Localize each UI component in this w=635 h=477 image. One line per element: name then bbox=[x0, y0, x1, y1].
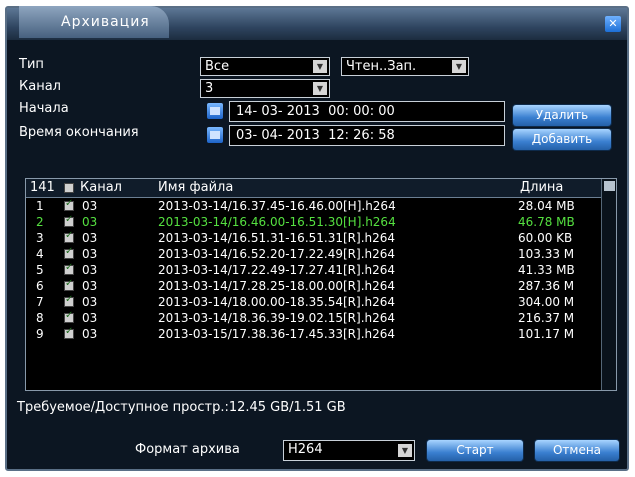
row-checkbox[interactable] bbox=[64, 262, 74, 275]
row-filename: 2013-03-14/16.46.00-16.51.30[H].h264 bbox=[158, 215, 396, 229]
start-label: Начала bbox=[19, 101, 69, 116]
row-filename: 2013-03-14/16.51.31-16.51.31[R].h264 bbox=[158, 231, 396, 245]
row-length: 60.00 KB bbox=[518, 231, 573, 245]
row-filename: 2013-03-15/17.38.36-17.45.33[R].h264 bbox=[158, 327, 396, 341]
row-length: 28.04 MB bbox=[518, 199, 575, 213]
calendar-icon[interactable] bbox=[207, 127, 223, 143]
column-channel: Канал bbox=[80, 180, 122, 195]
table-row[interactable]: 4 03 2013-03-14/16.52.20-17.22.49[R].h264 1… bbox=[26, 246, 600, 262]
row-channel: 03 bbox=[82, 327, 98, 341]
backup-window: Архивация ✕ Тип Все ▼ Чтен..Зап. ▼ Канал… bbox=[5, 6, 629, 471]
chevron-down-icon: ▼ bbox=[313, 60, 327, 73]
row-checkbox[interactable] bbox=[64, 230, 74, 243]
start-time: 00: 00: 00 bbox=[328, 104, 395, 119]
file-count: 141 bbox=[30, 180, 55, 195]
window-title: Архивация bbox=[61, 14, 150, 30]
table-row[interactable]: 9 03 2013-03-15/17.38.36-17.45.33[R].h264 1… bbox=[26, 326, 600, 342]
channel-select[interactable]: 3 ▼ bbox=[200, 79, 330, 98]
row-channel: 03 bbox=[82, 231, 98, 245]
row-length: 41.33 MB bbox=[518, 263, 575, 277]
row-number: 8 bbox=[36, 311, 44, 325]
row-length: 46.78 MB bbox=[518, 215, 575, 229]
format-select[interactable]: H264 ▼ bbox=[283, 440, 415, 461]
close-icon[interactable]: ✕ bbox=[605, 16, 621, 32]
type-label: Тип bbox=[19, 57, 44, 72]
row-number: 1 bbox=[36, 199, 44, 213]
start-date: 14- 03- 2013 bbox=[236, 104, 320, 119]
add-button[interactable]: Добавить bbox=[513, 129, 611, 150]
row-channel: 03 bbox=[82, 279, 98, 293]
start-button[interactable]: Старт bbox=[427, 440, 523, 461]
row-channel: 03 bbox=[82, 247, 98, 261]
row-checkbox[interactable] bbox=[64, 326, 74, 339]
row-number: 9 bbox=[36, 327, 44, 341]
end-datetime-field[interactable]: 03- 04- 2013 12: 26: 58 bbox=[229, 125, 505, 146]
storage-info: Требуемое/Доступное простр.:12.45 GB/1.5… bbox=[17, 400, 346, 415]
chevron-down-icon: ▼ bbox=[398, 444, 412, 457]
channel-label: Канал bbox=[19, 79, 61, 94]
row-filename: 2013-03-14/17.22.49-17.27.41[R].h264 bbox=[158, 263, 396, 277]
select-all-checkbox[interactable] bbox=[64, 183, 74, 193]
format-label: Формат архива bbox=[135, 442, 240, 457]
row-checkbox[interactable] bbox=[64, 246, 74, 259]
row-length: 216.37 M bbox=[518, 311, 575, 325]
scrollbar-thumb[interactable] bbox=[604, 181, 615, 191]
title-bar: Архивация ✕ bbox=[7, 6, 627, 40]
channel-select-value: 3 bbox=[205, 81, 214, 96]
row-checkbox[interactable] bbox=[64, 214, 74, 227]
row-checkbox[interactable] bbox=[64, 198, 74, 211]
row-checkbox[interactable] bbox=[64, 310, 74, 323]
row-number: 5 bbox=[36, 263, 44, 277]
chevron-down-icon: ▼ bbox=[313, 82, 327, 95]
row-length: 304.00 M bbox=[518, 295, 575, 309]
end-label: Время окончания bbox=[19, 125, 139, 140]
end-time: 12: 26: 58 bbox=[328, 128, 395, 143]
format-select-value: H264 bbox=[288, 442, 323, 457]
row-number: 4 bbox=[36, 247, 44, 261]
row-checkbox[interactable] bbox=[64, 294, 74, 307]
table-scrollbar[interactable] bbox=[601, 179, 616, 390]
table-row[interactable]: 1 03 2013-03-14/16.37.45-16.46.00[H].h264 2… bbox=[26, 198, 600, 214]
table-row[interactable]: 2 03 2013-03-14/16.46.00-16.51.30[H].h264 4… bbox=[26, 214, 600, 230]
row-filename: 2013-03-14/16.37.45-16.46.00[H].h264 bbox=[158, 199, 396, 213]
row-length: 103.33 M bbox=[518, 247, 575, 261]
type-select-value: Все bbox=[205, 59, 230, 74]
table-row[interactable]: 3 03 2013-03-14/16.51.31-16.51.31[R].h264 6… bbox=[26, 230, 600, 246]
table-row[interactable]: 8 03 2013-03-14/18.36.39-19.02.15[R].h264 2… bbox=[26, 310, 600, 326]
end-date: 03- 04- 2013 bbox=[236, 128, 320, 143]
mode-select[interactable]: Чтен..Зап. ▼ bbox=[341, 57, 469, 76]
row-number: 6 bbox=[36, 279, 44, 293]
row-filename: 2013-03-14/17.28.25-18.00.00[R].h264 bbox=[158, 279, 396, 293]
delete-button[interactable]: Удалить bbox=[513, 105, 611, 126]
file-table: 141 Канал Имя файла Длина 1 03 2013-03-14/… bbox=[25, 178, 617, 391]
chevron-down-icon: ▼ bbox=[452, 60, 466, 73]
mode-select-value: Чтен..Зап. bbox=[346, 59, 417, 74]
type-select[interactable]: Все ▼ bbox=[200, 57, 330, 76]
row-filename: 2013-03-14/18.00.00-18.35.54[R].h264 bbox=[158, 295, 396, 309]
start-datetime-field[interactable]: 14- 03- 2013 00: 00: 00 bbox=[229, 101, 505, 122]
row-channel: 03 bbox=[82, 263, 98, 277]
table-row[interactable]: 7 03 2013-03-14/18.00.00-18.35.54[R].h264 3… bbox=[26, 294, 600, 310]
row-number: 2 bbox=[36, 215, 44, 229]
row-channel: 03 bbox=[82, 311, 98, 325]
row-channel: 03 bbox=[82, 215, 98, 229]
calendar-icon[interactable] bbox=[207, 103, 223, 119]
column-filename: Имя файла bbox=[158, 180, 234, 195]
column-length: Длина bbox=[520, 180, 564, 195]
table-header: 141 Канал Имя файла Длина bbox=[26, 179, 616, 198]
row-checkbox[interactable] bbox=[64, 278, 74, 291]
row-length: 287.36 M bbox=[518, 279, 575, 293]
table-row[interactable]: 5 03 2013-03-14/17.22.49-17.27.41[R].h264 4… bbox=[26, 262, 600, 278]
row-channel: 03 bbox=[82, 199, 98, 213]
cancel-button[interactable]: Отмена bbox=[535, 440, 619, 461]
row-number: 7 bbox=[36, 295, 44, 309]
row-filename: 2013-03-14/18.36.39-19.02.15[R].h264 bbox=[158, 311, 396, 325]
row-channel: 03 bbox=[82, 295, 98, 309]
row-filename: 2013-03-14/16.52.20-17.22.49[R].h264 bbox=[158, 247, 396, 261]
table-row[interactable]: 6 03 2013-03-14/17.28.25-18.00.00[R].h264 2… bbox=[26, 278, 600, 294]
row-length: 101.17 M bbox=[518, 327, 575, 341]
row-number: 3 bbox=[36, 231, 44, 245]
